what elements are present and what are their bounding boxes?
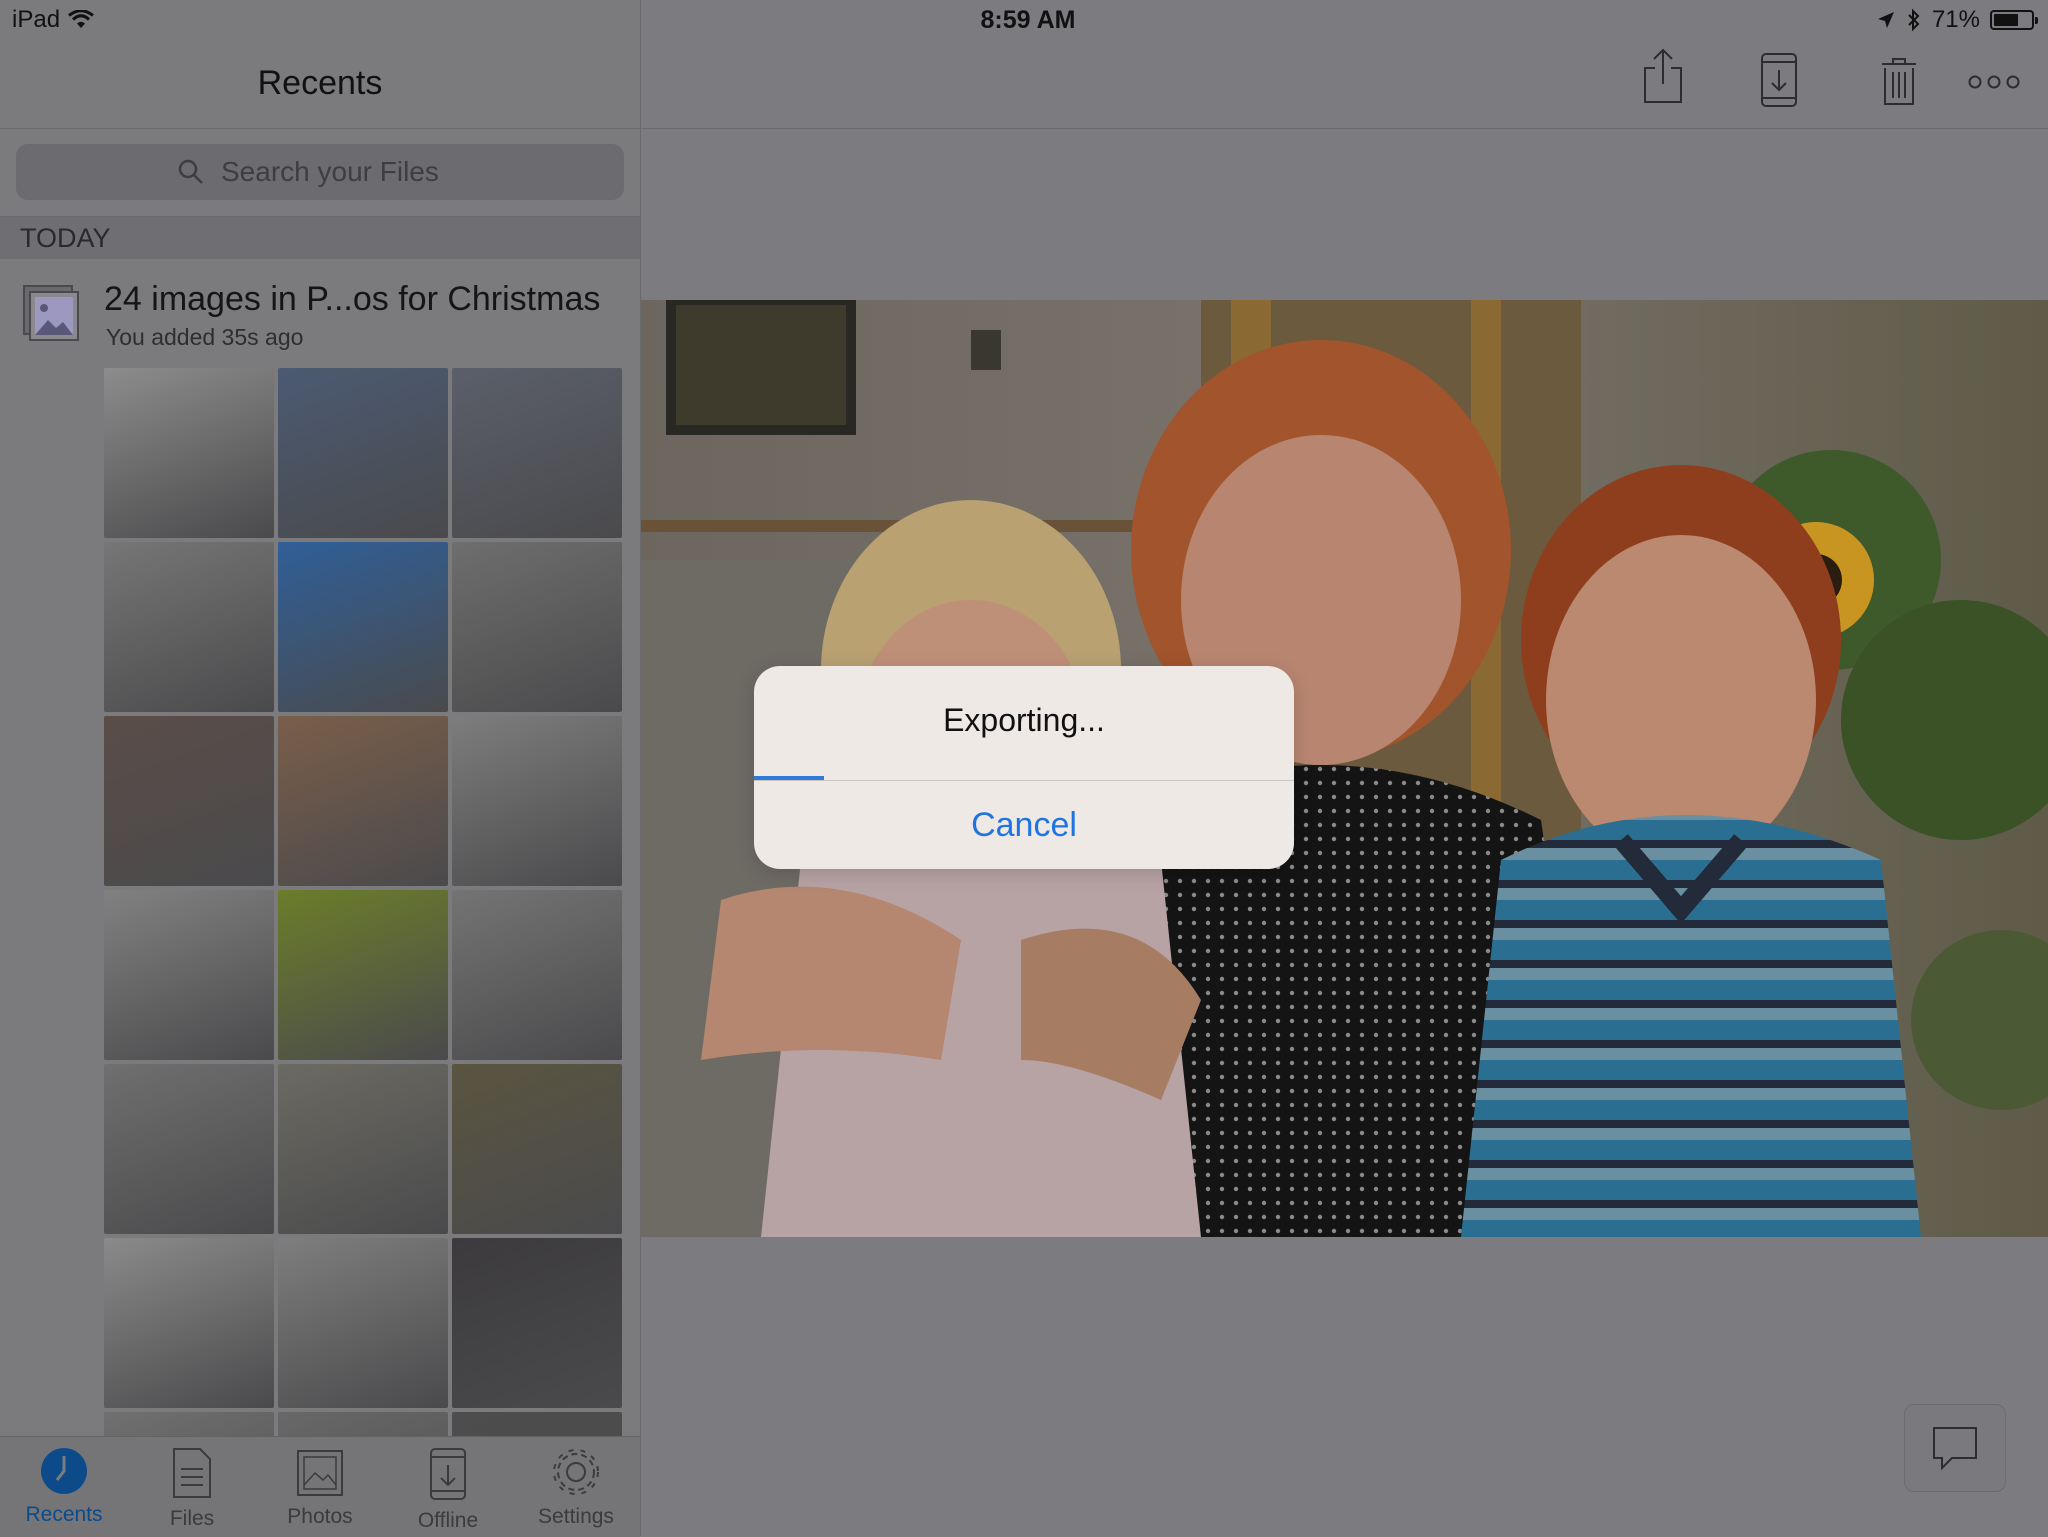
battery-icon (1990, 10, 2038, 30)
tab-label: Settings (538, 1505, 614, 1528)
battery-percent: 71% (1931, 6, 1980, 33)
sidebar: Recents TODAY 24 images in P...os for Ch… (0, 0, 641, 1537)
photo-thumbnail[interactable] (104, 716, 274, 886)
photo-thumbnail[interactable] (452, 1238, 622, 1408)
share-icon[interactable] (1641, 48, 1685, 104)
tab-bar: Recents Files Photos Offline Settings (0, 1436, 640, 1537)
tab-photos[interactable]: Photos (256, 1437, 384, 1537)
section-label: TODAY (20, 223, 111, 253)
clock-icon (41, 1448, 87, 1494)
tab-recents[interactable]: Recents (0, 1437, 128, 1537)
photo-thumbnail[interactable] (278, 1064, 448, 1234)
image-stack-icon (23, 285, 79, 341)
bluetooth-icon (1908, 8, 1920, 32)
save-to-device-icon[interactable] (1759, 52, 1799, 108)
gear-icon (553, 1449, 599, 1495)
photo-thumbnail[interactable] (104, 890, 274, 1060)
photo-thumbnail[interactable] (278, 890, 448, 1060)
recent-item[interactable]: 24 images in P...os for Christmas You ad… (0, 270, 640, 360)
alert-title: Exporting... (943, 702, 1105, 738)
recent-item-title: 24 images in P...os for Christmas (104, 280, 601, 318)
status-bar: iPad 8:59 AM 71% (0, 0, 2048, 40)
photo-thumbnail[interactable] (104, 1412, 274, 1436)
photo-thumbnail[interactable] (452, 890, 622, 1060)
battery-level (1994, 14, 2019, 26)
export-alert: Exporting... Cancel (754, 666, 1294, 869)
photo-thumbnail[interactable] (278, 1412, 448, 1436)
search-input[interactable] (219, 155, 463, 189)
photo-thumbnail[interactable] (452, 1412, 622, 1436)
tab-settings[interactable]: Settings (512, 1437, 640, 1537)
photo-thumbnail[interactable] (104, 1064, 274, 1234)
section-header-today: TODAY (0, 216, 640, 259)
tab-label: Files (169, 1507, 215, 1530)
location-arrow-icon (1877, 12, 1894, 28)
photo-thumbnail[interactable] (278, 368, 448, 538)
photo-thumbnail[interactable] (104, 542, 274, 712)
photo-thumbnail[interactable] (452, 716, 622, 886)
comment-icon (1933, 1427, 1977, 1470)
photo-thumbnail[interactable] (278, 1238, 448, 1408)
photo-thumbnail[interactable] (278, 542, 448, 712)
more-icon[interactable] (1968, 74, 2020, 90)
search-bar[interactable] (16, 144, 624, 200)
status-time: 8:59 AM (980, 6, 1076, 34)
photo-thumbnail[interactable] (104, 368, 274, 538)
tab-label: Recents (25, 1503, 103, 1526)
comment-button[interactable] (1904, 1404, 2006, 1492)
tab-offline[interactable]: Offline (384, 1437, 512, 1537)
trash-icon[interactable] (1881, 58, 1917, 106)
photo-thumbnail[interactable] (452, 542, 622, 712)
photo-thumbnail[interactable] (278, 716, 448, 886)
tab-label: Photos (287, 1505, 353, 1528)
offline-icon (430, 1448, 466, 1500)
photo-thumbnail[interactable] (452, 1064, 622, 1234)
tab-files[interactable]: Files (128, 1437, 256, 1537)
photos-icon (297, 1450, 343, 1496)
photo-thumbnail[interactable] (452, 368, 622, 538)
recent-item-subtitle: You added 35s ago (106, 324, 304, 350)
cancel-button[interactable]: Cancel (754, 781, 1294, 869)
search-icon (178, 159, 203, 184)
files-icon (173, 1448, 211, 1498)
thumbnail-grid (104, 368, 626, 1436)
tab-label: Offline (417, 1509, 479, 1532)
sidebar-title: Recents (257, 64, 383, 102)
status-right: 71% (1876, 6, 2038, 34)
photo-thumbnail[interactable] (104, 1238, 274, 1408)
